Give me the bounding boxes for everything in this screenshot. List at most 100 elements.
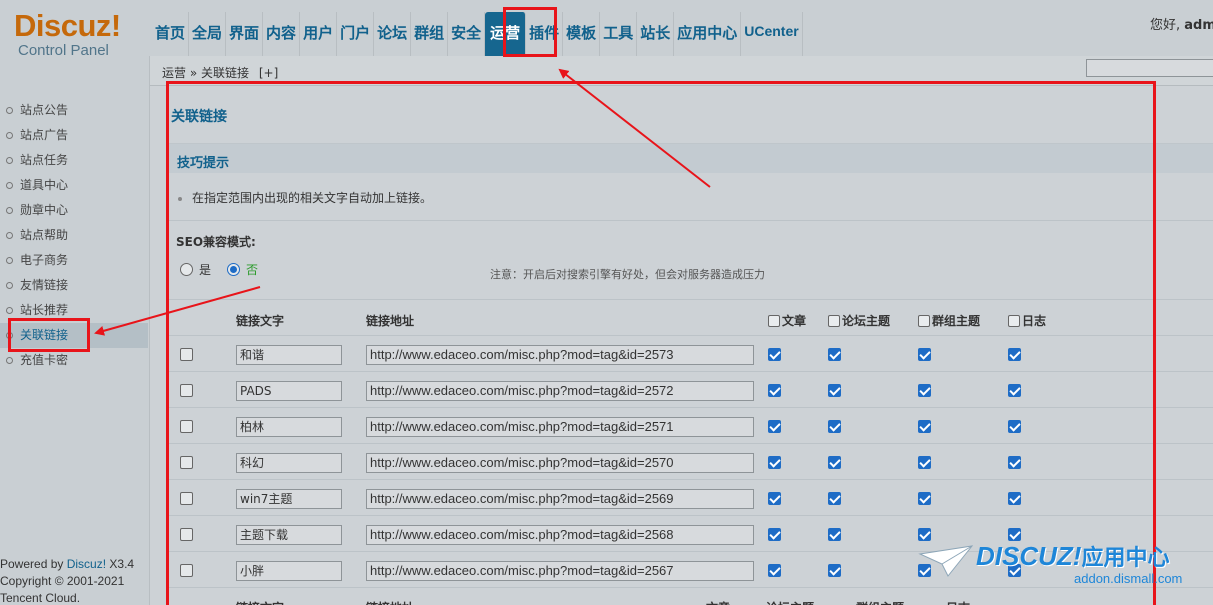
nav-tab[interactable]: 全局 (189, 12, 227, 58)
group-checkbox[interactable] (918, 384, 931, 397)
nav-tab[interactable]: 站长 (637, 12, 675, 58)
blog-checkbox[interactable] (1008, 384, 1021, 397)
seo-yes-label[interactable]: 是 (199, 261, 211, 278)
logo[interactable]: Discuz! Control Panel (14, 10, 121, 60)
article-checkbox[interactable] (768, 420, 781, 433)
select-all-blog-checkbox[interactable] (1008, 315, 1020, 327)
link-url-input[interactable]: http://www.edaceo.com/misc.php?mod=tag&i… (366, 417, 754, 437)
nav-tab[interactable]: 工具 (600, 12, 638, 58)
table-row: 科幻 http://www.edaceo.com/misc.php?mod=tag… (168, 444, 1213, 480)
row-select-checkbox[interactable] (180, 420, 193, 433)
blog-checkbox[interactable] (1008, 420, 1021, 433)
article-checkbox[interactable] (768, 384, 781, 397)
link-url-input[interactable]: http://www.edaceo.com/misc.php?mod=tag&i… (366, 561, 754, 581)
sidebar-item[interactable]: 关联链接 (0, 323, 148, 348)
add-to-favorites-button[interactable]: [+] (259, 66, 278, 80)
link-url-input[interactable]: http://www.edaceo.com/misc.php?mod=tag&i… (366, 453, 754, 473)
nav-tab[interactable]: 应用中心 (674, 12, 742, 58)
col-header-text: 链接文字 (236, 314, 285, 328)
discuz-link[interactable]: Discuz! (67, 557, 106, 571)
link-text-input[interactable]: 小胖 (236, 561, 342, 581)
row-select-checkbox[interactable] (180, 456, 193, 469)
nav-tab[interactable]: 内容 (263, 12, 301, 58)
sidebar-item[interactable]: 站点任务 (0, 148, 148, 173)
sidebar-item[interactable]: 电子商务 (0, 248, 148, 273)
sidebar-item-label: 站点广告 (20, 128, 69, 142)
bullet-icon (6, 232, 13, 239)
article-checkbox[interactable] (768, 564, 781, 577)
blog-checkbox[interactable] (1008, 564, 1021, 577)
sidebar-item[interactable]: 道具中心 (0, 173, 148, 198)
article-checkbox[interactable] (768, 528, 781, 541)
select-all-article-checkbox[interactable] (768, 315, 780, 327)
row-select-checkbox[interactable] (180, 528, 193, 541)
seo-yes-radio[interactable] (180, 263, 193, 276)
link-url-input[interactable]: http://www.edaceo.com/misc.php?mod=tag&i… (366, 489, 754, 509)
blog-checkbox[interactable] (1008, 348, 1021, 361)
row-select-checkbox[interactable] (180, 384, 193, 397)
nav-tab[interactable]: 模板 (563, 12, 601, 58)
link-text-input[interactable]: 和谐 (236, 345, 342, 365)
row-select-checkbox[interactable] (180, 564, 193, 577)
bullet-icon (6, 257, 13, 264)
select-all-forum-checkbox[interactable] (828, 315, 840, 327)
article-checkbox[interactable] (768, 348, 781, 361)
forum-checkbox[interactable] (828, 528, 841, 541)
col-footer-article: 文章 (706, 599, 730, 605)
link-text-input[interactable]: PADS (236, 381, 342, 401)
row-select-checkbox[interactable] (180, 348, 193, 361)
forum-checkbox[interactable] (828, 348, 841, 361)
sidebar-item[interactable]: 站长推荐 (0, 298, 148, 323)
sidebar-item-label: 站点公告 (20, 103, 69, 117)
main-content: 关联链接 技巧提示 在指定范围内出现的相关文字自动加上链接。 SEO兼容模式: … (150, 86, 1213, 605)
group-checkbox[interactable] (918, 564, 931, 577)
search-input[interactable] (1086, 59, 1213, 77)
sidebar-item[interactable]: 站点公告 (0, 98, 148, 123)
group-checkbox[interactable] (918, 492, 931, 505)
nav-tab[interactable]: 论坛 (374, 12, 412, 58)
nav-tab[interactable]: 插件 (526, 12, 564, 58)
powered-prefix: Powered by (0, 557, 64, 571)
forum-checkbox[interactable] (828, 456, 841, 469)
nav-tab[interactable]: 运营 (485, 12, 527, 58)
seo-no-radio[interactable] (227, 263, 241, 276)
sidebar-item[interactable]: 友情链接 (0, 273, 148, 298)
forum-checkbox[interactable] (828, 564, 841, 577)
sidebar-item[interactable]: 勋章中心 (0, 198, 148, 223)
forum-checkbox[interactable] (828, 420, 841, 433)
nav-tab[interactable]: 界面 (226, 12, 264, 58)
nav-tab[interactable]: 用户 (300, 12, 338, 58)
select-all-group-checkbox[interactable] (918, 315, 930, 327)
sidebar-item[interactable]: 站点广告 (0, 123, 148, 148)
link-text-input[interactable]: 科幻 (236, 453, 342, 473)
link-text-input[interactable]: win7主题 (236, 489, 342, 509)
sidebar-item[interactable]: 站点帮助 (0, 223, 148, 248)
link-text-input[interactable]: 主题下载 (236, 525, 342, 545)
group-checkbox[interactable] (918, 456, 931, 469)
article-checkbox[interactable] (768, 492, 781, 505)
group-checkbox[interactable] (918, 420, 931, 433)
nav-tab[interactable]: 群组 (411, 12, 449, 58)
row-select-checkbox[interactable] (180, 492, 193, 505)
nav-tab[interactable]: UCenter (741, 12, 803, 58)
blog-checkbox[interactable] (1008, 492, 1021, 505)
group-checkbox[interactable] (918, 528, 931, 541)
breadcrumb-parent[interactable]: 运营 (162, 66, 186, 80)
link-url-input[interactable]: http://www.edaceo.com/misc.php?mod=tag&i… (366, 381, 754, 401)
link-text-input[interactable]: 柏林 (236, 417, 342, 437)
bullet-icon (6, 357, 13, 364)
username[interactable]: adm (1184, 18, 1213, 33)
blog-checkbox[interactable] (1008, 528, 1021, 541)
forum-checkbox[interactable] (828, 492, 841, 505)
seo-no-label[interactable]: 否 (246, 261, 258, 278)
article-checkbox[interactable] (768, 456, 781, 469)
sidebar-item[interactable]: 充值卡密 (0, 348, 148, 373)
nav-tab[interactable]: 门户 (337, 12, 375, 58)
link-url-input[interactable]: http://www.edaceo.com/misc.php?mod=tag&i… (366, 525, 754, 545)
link-url-input[interactable]: http://www.edaceo.com/misc.php?mod=tag&i… (366, 345, 754, 365)
forum-checkbox[interactable] (828, 384, 841, 397)
blog-checkbox[interactable] (1008, 456, 1021, 469)
nav-tab[interactable]: 首页 (152, 12, 190, 58)
group-checkbox[interactable] (918, 348, 931, 361)
nav-tab[interactable]: 安全 (448, 12, 486, 58)
